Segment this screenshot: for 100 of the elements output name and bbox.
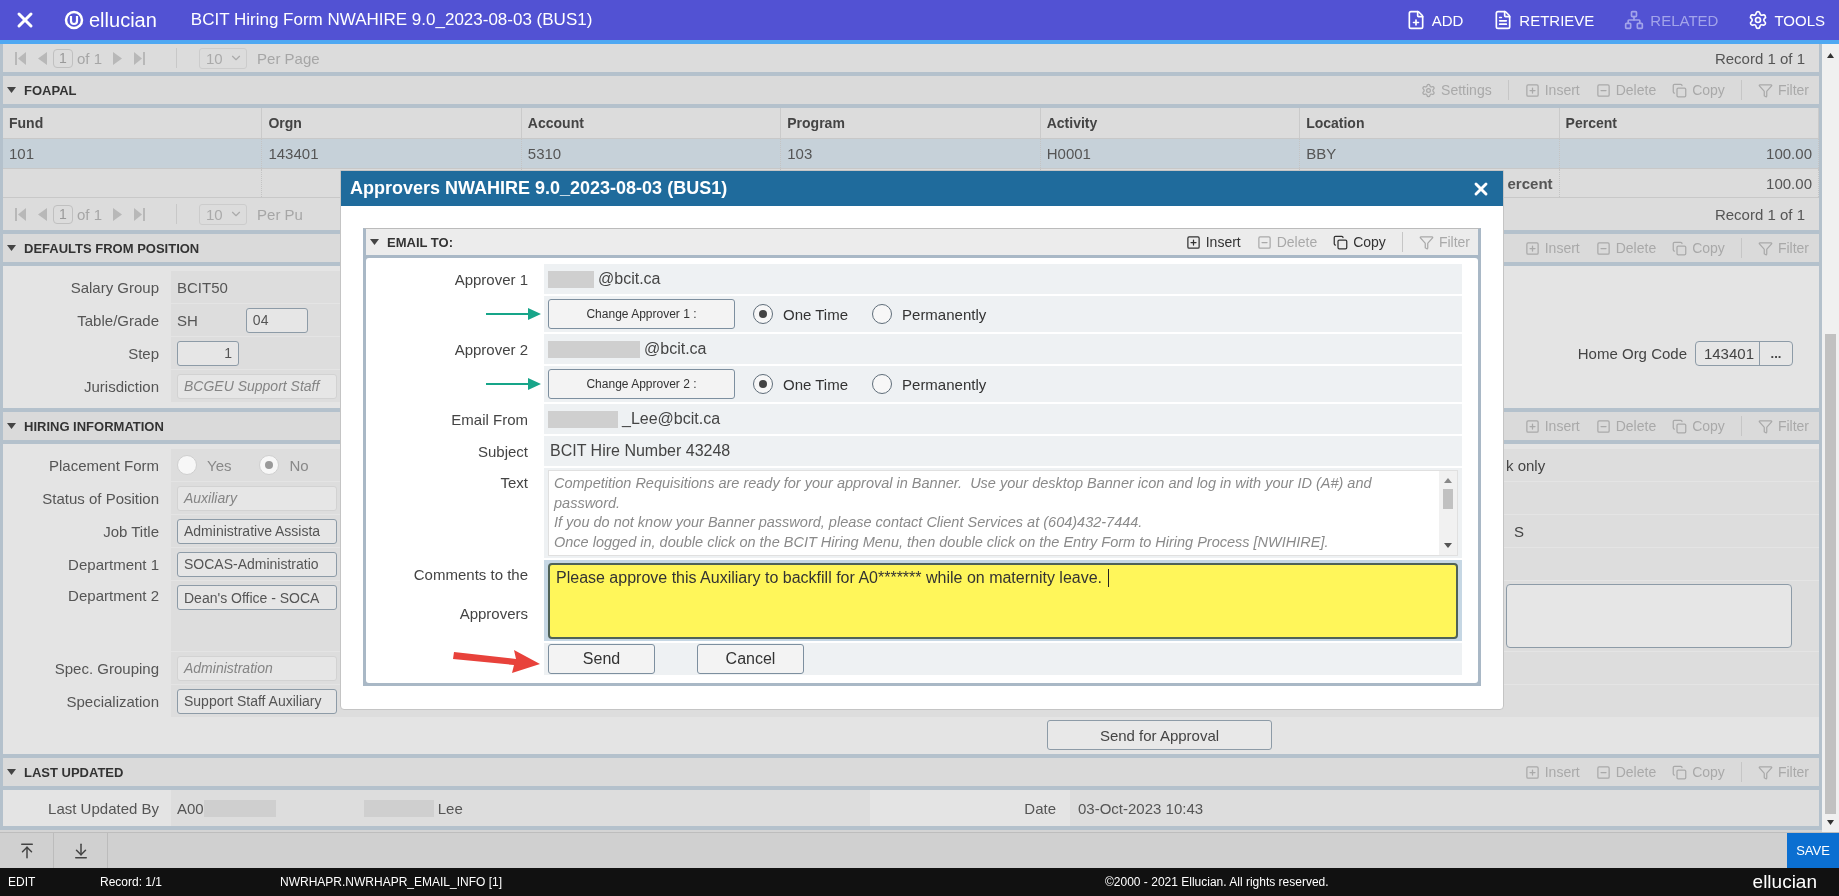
step-field[interactable]: 1 [177,340,239,366]
form-block-name: NWRHAPR.NWRHAPR_EMAIL_INFO [1] [280,875,504,889]
radio-label: Yes [207,456,232,474]
table-cell: 101 [3,139,263,168]
save-button[interactable]: SAVE [1787,833,1839,868]
field-text: k only [1506,456,1546,474]
send-button[interactable]: Send [548,644,655,674]
text-field[interactable]: Support Staff Auxiliary [177,688,337,714]
last-page-icon [133,51,145,65]
section-title: DEFAULTS FROM POSITION [24,240,200,256]
table-cell: 5310 [521,139,782,168]
column-header: Account [521,108,782,138]
field-label: Text [500,474,528,491]
radio-button[interactable] [753,374,773,394]
page-field[interactable]: 1 [53,204,73,224]
radio-button[interactable] [753,304,773,324]
field-label: Approver 2 [454,340,528,358]
date-value: 03-Oct-2023 10:43 [1070,790,1819,826]
grade-field[interactable]: 04 [245,307,308,333]
filter-icon [1757,240,1773,256]
field-label: Home Org Code [1577,344,1687,362]
status-record: Record: 1/1 [100,875,164,889]
retrieve-icon [1493,10,1514,30]
first-page-icon [14,51,26,65]
column-header: Percent [1559,108,1819,138]
text-field[interactable]: Administrative Assista [177,518,337,544]
radio-label: One Time [783,305,849,323]
insert-icon [1524,82,1540,98]
user-name: Lee [437,799,463,817]
field-label: Email From [451,410,528,428]
copy-button[interactable]: Copy [1333,234,1386,250]
home-org-field[interactable]: 143401 ... [1695,340,1793,366]
page-field[interactable]: 1 [53,48,73,68]
field-value: SH [177,311,198,329]
redaction-block [548,410,618,428]
change-approver-button[interactable]: Change Approver 1 : [548,299,735,329]
field-label: Department 1 [67,555,160,573]
radio-button[interactable] [872,304,893,324]
dialog-title: Approvers NWAHIRE 9.0_2023-08-03 (BUS1) [350,178,728,199]
insert-button[interactable]: Insert [1185,234,1241,250]
previous-page-icon [37,51,47,65]
insert-icon [1185,234,1201,250]
user-id: A00 [177,799,204,817]
message-text: Competition Requisitions are ready for your approval in Banner. Use your desktop Banner icon and log in with your ID (A#) and password. If you do not know your Banner password, please contact Client Services at (604)432-7444. Once logged in, double click on the BCIT Hiring Menu, then double click on the Entry Form to Hiring Process [NWIHIRE]. [552,474,1373,552]
send-for-approval-button[interactable]: Send for Approval [1047,720,1272,750]
table-row[interactable]: 101 143401 5310 103 H0001 BBY 100.00 [3,139,1819,169]
field-label: Department 2 [67,586,160,604]
column-header: Activity [1040,108,1301,138]
lookup-button[interactable]: ... [1760,341,1792,365]
settings-icon [1421,82,1437,98]
filter-icon [1757,764,1773,780]
column-header: Location [1300,108,1560,138]
record-count: Record 1 of 1 [1714,205,1806,223]
logo-text: ellucian [89,8,157,32]
column-header: Program [781,108,1041,138]
text-area[interactable] [1506,584,1792,648]
text-field[interactable]: SOCAS-Administratio [177,551,337,577]
radio-button[interactable] [872,374,893,394]
section-title: LAST UPDATED [24,764,124,780]
email-value: @bcit.ca [644,340,707,358]
cancel-button[interactable]: Cancel [697,644,804,674]
field-label: Table/Grade [76,311,160,329]
status-mode: EDIT [8,875,37,889]
section-title: FOAPAL [24,82,77,98]
text-cursor [1108,568,1110,587]
delete-icon [1595,82,1611,98]
next-page-icon [112,207,122,221]
readonly-field: BCGEU Support Staff [177,373,337,399]
field-label: Salary Group [69,278,160,296]
field-label: Status of Position [41,489,160,507]
radio-label: Permanently [902,375,987,393]
section-title: EMAIL TO: [387,234,453,250]
field-label: Spec. Grouping [53,659,160,677]
field-label: Comments to the [413,566,528,583]
comments-field[interactable]: Please approve this Auxiliary to backfill for A0******* while on maternity leave. [548,562,1458,639]
tools-icon [1748,10,1769,30]
delete-icon [1595,418,1611,434]
caret-icon [7,423,16,429]
field-label: Step [127,344,160,362]
radio-label: One Time [783,375,849,393]
text-field[interactable]: Dean's Office - SOCA [177,585,337,610]
message-field[interactable] [548,470,1458,556]
column-header: Orgn [262,108,522,138]
email-value: _Lee@bcit.ca [622,410,721,428]
redaction-block [548,270,594,288]
change-approver-button[interactable]: Change Approver 2 : [548,369,735,399]
field-value: BCIT50 [177,278,228,296]
caret-icon [7,245,16,251]
tools-button[interactable]: TOOLS [1748,10,1825,30]
add-button[interactable]: ADD [1405,10,1464,30]
next-page-icon [112,51,122,65]
table-cell: 103 [781,139,1041,168]
copy-icon [1672,764,1688,780]
table-cell: 100.00 [1559,139,1819,168]
copy-icon [1672,418,1688,434]
retrieve-button[interactable]: RETRIEVE [1493,10,1595,30]
field-label: Approvers [459,605,528,622]
related-icon [1624,10,1645,30]
filter-icon [1757,418,1773,434]
field-label: Specialization [65,692,160,710]
